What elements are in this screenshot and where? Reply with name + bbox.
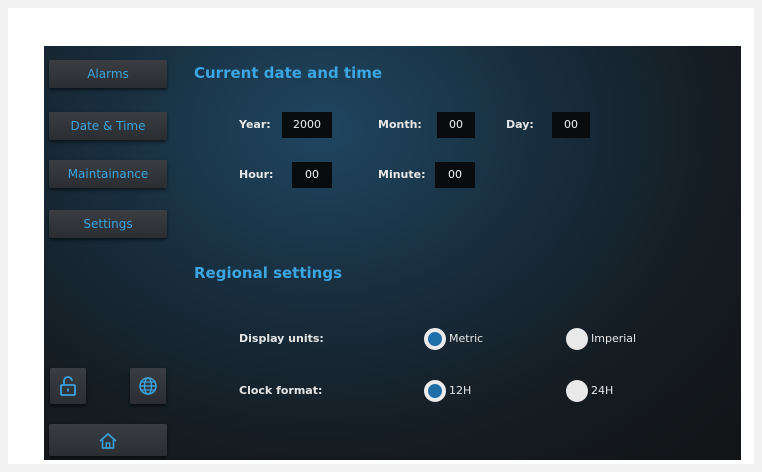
display-units-label: Display units:: [239, 332, 324, 345]
hour-field[interactable]: 00: [292, 162, 332, 188]
imperial-option-label: Imperial: [591, 332, 637, 345]
sidebar-item-maintainance[interactable]: Maintainance: [49, 160, 167, 188]
hmi-screen: Alarms Date & Time Maintainance Settings: [44, 46, 741, 460]
metric-option-label: Metric: [449, 332, 484, 345]
clock-format-label: Clock format:: [239, 384, 323, 397]
home-icon: [99, 432, 117, 449]
unlock-button[interactable]: [50, 368, 86, 404]
month-field[interactable]: 00: [437, 112, 475, 138]
year-label: Year:: [239, 118, 271, 131]
24h-option-label: 24H: [591, 384, 614, 397]
regional-heading: Regional settings: [194, 264, 343, 282]
sidebar-item-settings[interactable]: Settings: [49, 210, 167, 238]
language-button[interactable]: [130, 368, 166, 404]
unlock-icon: [60, 376, 76, 396]
device-frame: Alarms Date & Time Maintainance Settings: [8, 8, 754, 464]
12h-option-label: 12H: [449, 384, 472, 397]
globe-icon: [139, 377, 157, 395]
day-label: Day:: [506, 118, 534, 131]
hour-label: Hour:: [239, 168, 274, 181]
day-field[interactable]: 00: [552, 112, 590, 138]
year-field[interactable]: 2000: [282, 112, 332, 138]
home-button[interactable]: [49, 424, 167, 456]
12h-radio[interactable]: [424, 380, 446, 402]
month-label: Month:: [378, 118, 422, 131]
metric-radio[interactable]: [424, 328, 446, 350]
imperial-radio[interactable]: [566, 328, 588, 350]
24h-radio[interactable]: [566, 380, 588, 402]
minute-field[interactable]: 00: [435, 162, 475, 188]
minute-label: Minute:: [378, 168, 426, 181]
datetime-heading: Current date and time: [194, 64, 383, 82]
sidebar-item-alarms[interactable]: Alarms: [49, 60, 167, 88]
sidebar-item-date-time[interactable]: Date & Time: [49, 112, 167, 140]
